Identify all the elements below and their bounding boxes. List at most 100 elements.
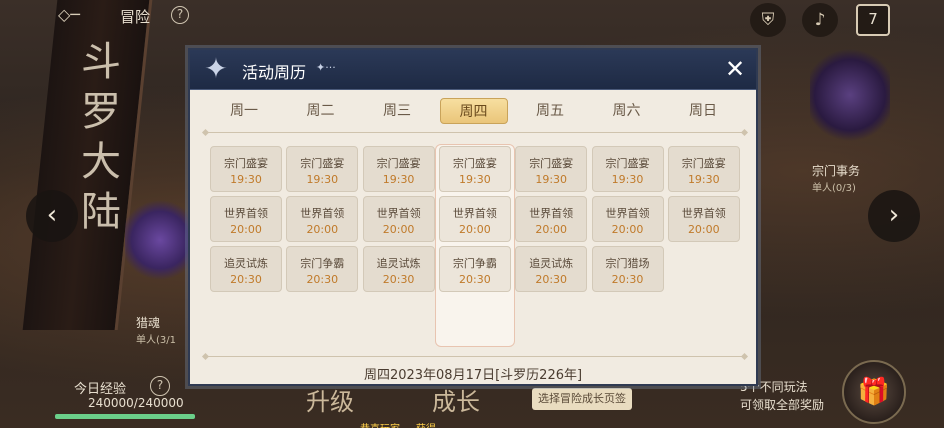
- exp-progress-fill: [55, 414, 195, 419]
- event-name: 宗门猎场: [605, 257, 650, 270]
- event-time: 20:30: [535, 273, 568, 286]
- exp-help-icon[interactable]: ?: [150, 376, 170, 396]
- tab-weekday-5[interactable]: 周五: [516, 98, 584, 124]
- event-name: 宗门盛宴: [529, 157, 574, 170]
- divider-bottom: [206, 356, 744, 357]
- event-time: 19:30: [230, 173, 262, 186]
- dialog-header: ✦ 活动周历 ✦··· ✕: [190, 50, 756, 90]
- daily-exp-label: 今日经验: [74, 382, 127, 397]
- event-time: 19:30: [687, 173, 720, 186]
- page-title: 冒险: [120, 8, 151, 26]
- event-name: 宗门盛宴: [605, 157, 650, 170]
- schedule-cell[interactable]: 宗门盛宴 19:30: [210, 146, 282, 192]
- tab-growth[interactable]: 成长: [432, 382, 480, 417]
- crystal-left-decoration: [125, 195, 195, 285]
- event-name: 宗门盛宴: [376, 157, 421, 170]
- event-time: 20:00: [687, 223, 720, 236]
- event-name: 世界首领: [300, 207, 345, 220]
- divider-top: [206, 132, 744, 133]
- event-name: 世界首领: [224, 207, 268, 220]
- event-name: 宗门争霸: [300, 257, 345, 270]
- side-badge-hunt-label: 猎魂: [136, 316, 161, 330]
- gift-icon[interactable]: 🎁: [842, 360, 906, 424]
- schedule-cell[interactable]: 世界首领 20:00: [438, 196, 511, 242]
- event-time: 20:30: [382, 273, 415, 286]
- schedule-cell[interactable]: 世界首领 20:00: [515, 196, 588, 242]
- side-badge-sect-affairs[interactable]: 宗门事务 单人(0/3): [812, 162, 860, 194]
- star-emblem-icon: ✦: [204, 52, 228, 85]
- event-name: 追灵试炼: [224, 257, 268, 270]
- event-time: 19:30: [535, 173, 568, 186]
- side-badge-sect-sub: 单人(0/3): [812, 183, 856, 194]
- schedule-cell[interactable]: 世界首领 20:00: [667, 196, 740, 242]
- current-date: 周四2023年08月17日[斗罗历226年]: [363, 368, 583, 383]
- event-time: 20:00: [535, 223, 568, 236]
- event-name: 世界首领: [452, 207, 497, 220]
- schedule-cell[interactable]: 追灵试炼 20:30: [515, 246, 588, 292]
- prev-arrow-button[interactable]: ‹: [26, 190, 78, 242]
- schedule-cell[interactable]: 宗门盛宴 19:30: [362, 146, 435, 192]
- schedule-cell[interactable]: 宗门盛宴 19:30: [515, 146, 588, 192]
- event-name: 世界首领: [681, 207, 726, 220]
- weekday-tabs: 周一 周二 周三 周四 周五 周六 周日: [206, 98, 744, 124]
- schedule-cell[interactable]: 宗门盛宴 19:30: [438, 146, 511, 192]
- event-time: 19:30: [459, 173, 491, 186]
- schedule-cell[interactable]: 世界首领 20:00: [286, 196, 359, 242]
- growth-select-button[interactable]: 选择冒险成长页签: [532, 388, 632, 410]
- side-badge-hunt[interactable]: 猎魂 单人(3/1: [136, 314, 176, 346]
- daily-exp-value: 240000/240000: [88, 396, 184, 410]
- tab-weekday-3[interactable]: 周三: [363, 98, 431, 124]
- event-time: 20:30: [230, 273, 262, 286]
- tab-weekday-6[interactable]: 周六: [593, 98, 661, 124]
- schedule-cell[interactable]: 宗门猎场 20:30: [591, 246, 664, 292]
- event-name: 宗门盛宴: [681, 157, 726, 170]
- tab-weekday-2[interactable]: 周二: [287, 98, 355, 124]
- tab-weekday-4[interactable]: 周四: [439, 98, 508, 124]
- schedule-cell[interactable]: 世界首领 20:00: [591, 196, 664, 242]
- side-badge-hunt-sub: 单人(3/1: [136, 335, 176, 346]
- event-name: 世界首领: [605, 207, 650, 220]
- event-time: 20:30: [611, 273, 644, 286]
- crystal-right-decoration: [810, 45, 890, 145]
- event-time: 20:00: [230, 223, 262, 236]
- schedule-cell[interactable]: 宗门盛宴 19:30: [667, 146, 740, 192]
- schedule-cell[interactable]: 宗门争霸 20:30: [286, 246, 359, 292]
- event-time: 19:30: [611, 173, 644, 186]
- schedule-cell[interactable]: 追灵试炼 20:30: [210, 246, 282, 292]
- close-icon[interactable]: ✕: [722, 56, 748, 82]
- schedule-cell[interactable]: 宗门盛宴 19:30: [286, 146, 359, 192]
- next-arrow-button[interactable]: ›: [868, 190, 920, 242]
- exp-progress-bar: [55, 414, 195, 419]
- side-badge-sect-label: 宗门事务: [812, 164, 861, 178]
- event-time: 20:30: [459, 273, 491, 286]
- tab-weekday-7[interactable]: 周日: [669, 98, 737, 124]
- back-logo-icon[interactable]: ◇─: [58, 5, 80, 24]
- title-decoration-icon: ✦···: [316, 61, 336, 74]
- bell-icon[interactable]: ♪: [802, 3, 838, 37]
- event-time: 20:00: [306, 223, 339, 236]
- schedule-cell[interactable]: 追灵试炼 20:30: [362, 246, 435, 292]
- help-icon[interactable]: ?: [171, 6, 189, 24]
- dialog-title: 活动周历: [242, 63, 307, 82]
- event-time: 20:00: [611, 223, 644, 236]
- event-time: 19:30: [382, 173, 415, 186]
- sword-shield-icon[interactable]: ⛨: [750, 3, 786, 37]
- event-name: 宗门盛宴: [224, 157, 268, 170]
- event-name: 世界首领: [376, 207, 421, 220]
- schedule-cell[interactable]: 宗门盛宴 19:30: [591, 146, 664, 192]
- tab-weekday-1[interactable]: 周一: [210, 98, 278, 124]
- bonus-hint-line2: 可领取全部奖励: [740, 398, 825, 412]
- event-name: 追灵试炼: [376, 257, 421, 270]
- event-name: 宗门盛宴: [300, 157, 345, 170]
- event-time: 20:30: [306, 273, 339, 286]
- activity-calendar-dialog: ✦ 活动周历 ✦··· ✕ 周一 周二 周三 周四 周五 周六 周日 宗门盛宴 19:30 世界…: [188, 48, 758, 386]
- calendar-icon[interactable]: 7: [856, 4, 890, 36]
- schedule-cell[interactable]: 世界首领 20:00: [362, 196, 435, 242]
- schedule-cell[interactable]: 宗门争霸 20:30: [438, 246, 511, 292]
- schedule-cell[interactable]: 世界首领 20:00: [210, 196, 282, 242]
- event-name: 追灵试炼: [529, 257, 574, 270]
- event-time: 19:30: [306, 173, 339, 186]
- event-name: 世界首领: [529, 207, 574, 220]
- tab-upgrade[interactable]: 升级: [306, 382, 354, 417]
- event-time: 20:00: [382, 223, 415, 236]
